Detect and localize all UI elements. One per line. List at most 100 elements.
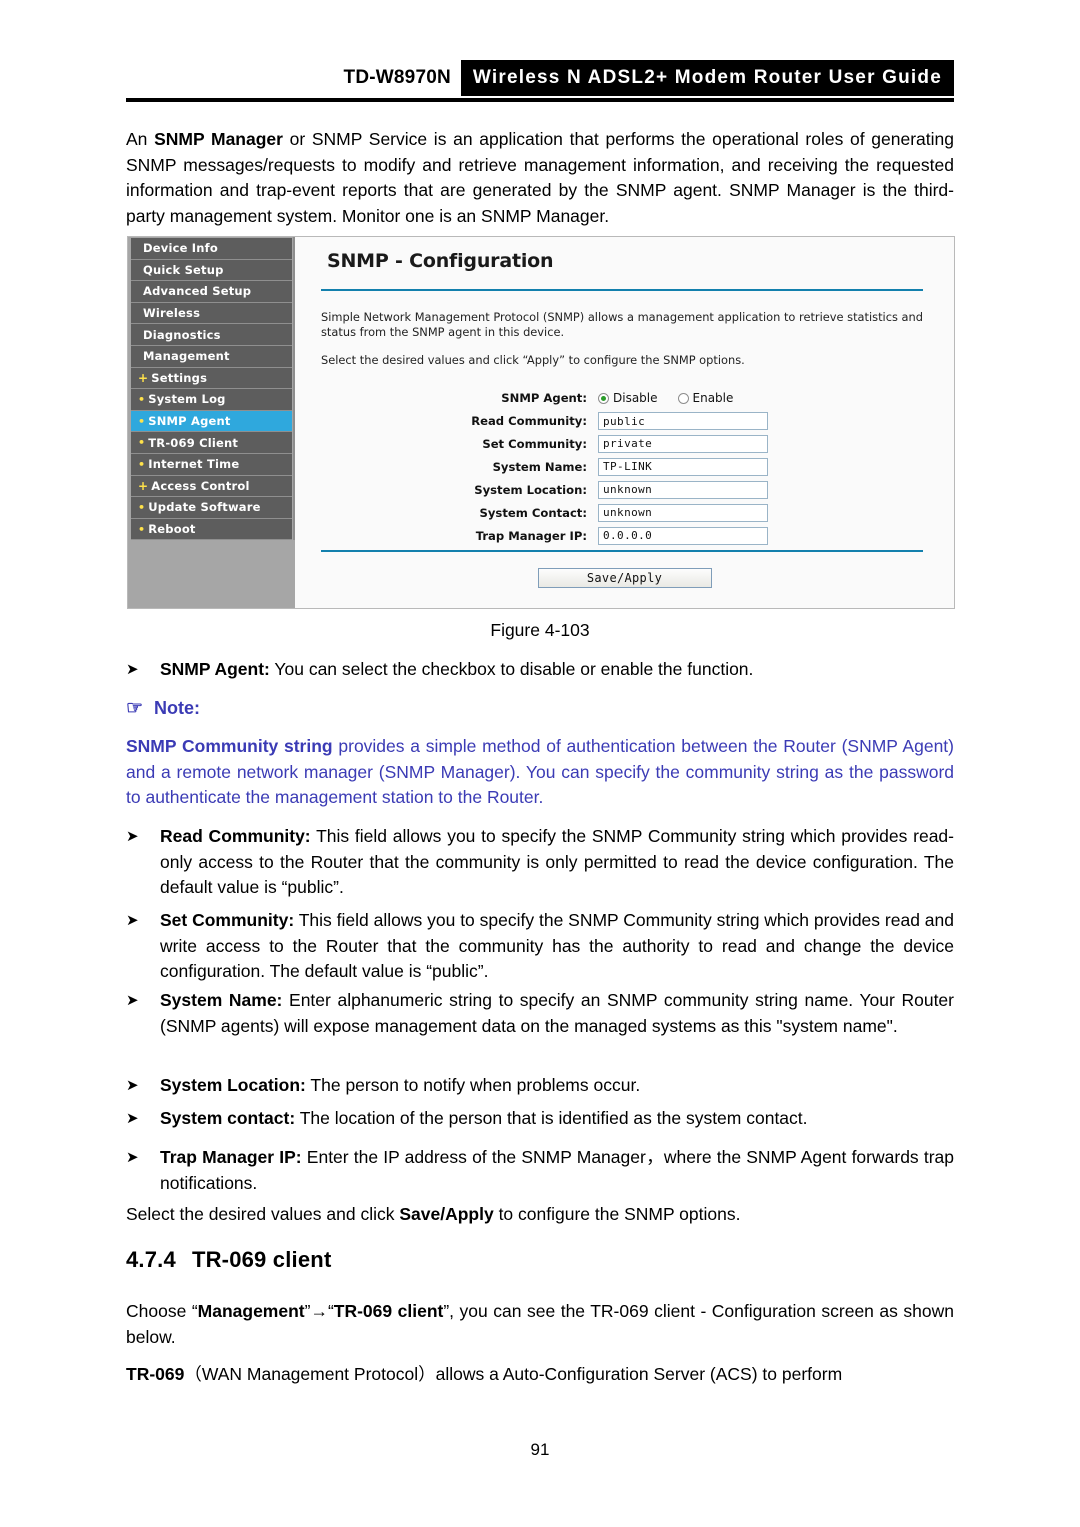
sidebar-item-label: Access Control — [151, 478, 250, 493]
choose-bold-tr069: TR-069 client — [333, 1301, 444, 1321]
field-label: Trap Manager IP: — [475, 528, 587, 543]
field-label: Read Community: — [471, 414, 587, 429]
bullet-bold: Set Community: — [160, 910, 295, 930]
panel-title: SNMP - Configuration — [327, 250, 554, 272]
bullet-bold: System Name: — [160, 990, 283, 1010]
note-body: SNMP Community string provides a simple … — [126, 734, 954, 811]
tr069-bold: TR-069 — [126, 1364, 185, 1384]
sidebar-item-label: Update Software — [148, 500, 261, 515]
sidebar-item-label: Device Info — [143, 241, 218, 256]
bullet-set-community: ➤ Set Community: This field allows you to… — [126, 908, 954, 985]
radio-enable[interactable]: Enable — [677, 391, 734, 406]
sidebar-item-advanced-setup[interactable]: Advanced Setup — [131, 281, 292, 303]
bullet-marker-icon: ➤ — [126, 1077, 139, 1094]
page-number: 91 — [530, 1440, 550, 1459]
radio-label: Enable — [692, 391, 734, 406]
tr069-paragraph: TR-069（WAN Management Protocol）allows a … — [126, 1362, 954, 1388]
intro-paragraph: An SNMP Manager or SNMP Service is an ap… — [126, 127, 954, 229]
panel-instruction: Select the desired values and click “App… — [321, 353, 745, 367]
save-apply-button[interactable]: Save/Apply — [537, 568, 712, 588]
choose-mid: ”→“ — [304, 1301, 334, 1321]
panel-divider-bottom — [321, 550, 923, 552]
plus-bullet-icon: + — [138, 478, 149, 493]
form-row: SNMP Agent: Disable Enable — [295, 387, 954, 409]
form-row: System Name: TP-LINK — [295, 456, 954, 478]
input-system-name[interactable]: TP-LINK — [598, 457, 768, 476]
form-row: Read Community: public — [295, 410, 954, 432]
sidebar-item-reboot[interactable]: • Reboot — [131, 518, 292, 541]
bullet-text: Trap Manager IP: Enter the IP address of… — [160, 1145, 954, 1196]
input-trap-manager-ip[interactable]: 0.0.0.0 — [598, 526, 768, 545]
input-system-contact[interactable]: unknown — [598, 503, 768, 522]
bullet-text: System Location: The person to notify wh… — [160, 1073, 954, 1099]
radio-disable[interactable]: Disable — [598, 391, 658, 405]
note-bold: SNMP Community string — [126, 736, 333, 756]
dot-bullet-icon: • — [138, 522, 146, 536]
bullet-marker-icon: ➤ — [126, 661, 139, 678]
bullet-system-location: ➤ System Location: The person to notify w… — [126, 1073, 954, 1099]
snmp-form: SNMP Agent: Disable Enable Read Community: p… — [295, 387, 954, 547]
closing-post: to configure the SNMP options. — [493, 1204, 741, 1224]
sidebar-item-internet-time[interactable]: • Internet Time — [131, 453, 292, 476]
sidebar-item-system-log[interactable]: • System Log — [131, 389, 292, 411]
sidebar-item-label: Management — [143, 349, 230, 364]
tr069-text: （WAN Management Protocol）allows a Auto-C… — [184, 1364, 843, 1384]
bullet-rest: The location of the person that is ident… — [295, 1108, 808, 1128]
document-page: TD-W8970N Wireless N ADSL2+ Modem Router… — [0, 0, 1080, 1527]
sidebar-item-label: Wireless — [143, 306, 201, 321]
bullet-marker-icon: ➤ — [126, 828, 139, 845]
field-label: System Name: — [492, 459, 587, 474]
choose-paragraph: Choose “Management”→“TR-069 client”, you… — [126, 1299, 954, 1350]
intro-bold: SNMP Manager — [154, 129, 283, 149]
router-sidebar: Device Info Quick Setup Advanced Setup Wire… — [128, 237, 295, 608]
bullet-text: Read Community: This field allows you to… — [160, 824, 954, 901]
header-model: TD-W8970N — [343, 67, 451, 88]
bullet-text: System Name: Enter alphanumeric string t… — [160, 988, 954, 1039]
form-row: System Location: unknown — [295, 479, 954, 501]
sidebar-item-settings[interactable]: + Settings — [131, 367, 292, 390]
bullet-bold: Read Community: — [160, 826, 311, 846]
sidebar-item-tr-069-client[interactable]: • TR-069 Client — [131, 432, 292, 454]
sidebar-item-wireless[interactable]: Wireless — [131, 302, 292, 325]
sidebar-item-label: TR-069 Client — [148, 435, 239, 450]
dot-bullet-icon: • — [138, 500, 146, 514]
sidebar-item-label: Advanced Setup — [143, 284, 252, 299]
sidebar-item-update-software[interactable]: • Update Software — [131, 497, 292, 519]
dot-bullet-icon: • — [138, 457, 146, 471]
sidebar-item-label: Settings — [151, 370, 208, 385]
bullet-bold: SNMP Agent: — [160, 659, 270, 679]
section-number: 4.7.4 — [126, 1247, 176, 1272]
intro-lead: An — [126, 129, 155, 149]
bullet-system-name: ➤ System Name: Enter alphanumeric string … — [126, 988, 954, 1039]
input-set-community[interactable]: private — [598, 434, 768, 453]
bullet-marker-icon: ➤ — [126, 912, 139, 929]
sidebar-item-label: SNMP Agent — [148, 414, 231, 429]
form-row: System Contact: unknown — [295, 501, 954, 523]
input-system-location[interactable]: unknown — [598, 480, 768, 499]
sidebar-item-snmp-agent[interactable]: • SNMP Agent — [131, 410, 292, 433]
choose-pre: Choose “ — [126, 1301, 198, 1321]
sidebar-item-diagnostics[interactable]: Diagnostics — [131, 324, 292, 346]
field-label: System Location: — [474, 482, 587, 497]
panel-divider-top — [321, 289, 923, 291]
form-row: Trap Manager IP: 0.0.0.0 — [295, 524, 954, 546]
page-header: TD-W8970N Wireless N ADSL2+ Modem Router… — [126, 60, 954, 102]
closing-paragraph: Select the desired values and click Save… — [126, 1202, 954, 1228]
closing-pre: Select the desired values and click — [126, 1204, 400, 1224]
bullet-marker-icon: ➤ — [126, 1149, 139, 1166]
figure-caption: Figure 4-103 — [490, 620, 590, 640]
bullet-trap-manager-ip: ➤ Trap Manager IP: Enter the IP address o… — [126, 1145, 954, 1196]
bullet-text: SNMP Agent: You can select the checkbox … — [160, 657, 954, 683]
bullet-bold: System contact: — [160, 1108, 296, 1128]
form-row: Set Community: private — [295, 433, 954, 455]
bullet-rest: The person to notify when problems occur… — [305, 1075, 641, 1095]
bullet-bold: Trap Manager IP: — [160, 1147, 302, 1167]
note-heading: ☞ Note: — [126, 698, 200, 719]
sidebar-item-device-info[interactable]: Device Info — [131, 238, 292, 260]
section-title: TR-069 client — [191, 1247, 332, 1272]
sidebar-item-access-control[interactable]: + Access Control — [131, 475, 292, 498]
sidebar-item-management[interactable]: Management — [131, 345, 292, 368]
sidebar-item-quick-setup[interactable]: Quick Setup — [131, 259, 292, 282]
input-read-community[interactable]: public — [598, 412, 768, 431]
bullet-rest: You can select the checkbox to disable o… — [269, 659, 754, 679]
